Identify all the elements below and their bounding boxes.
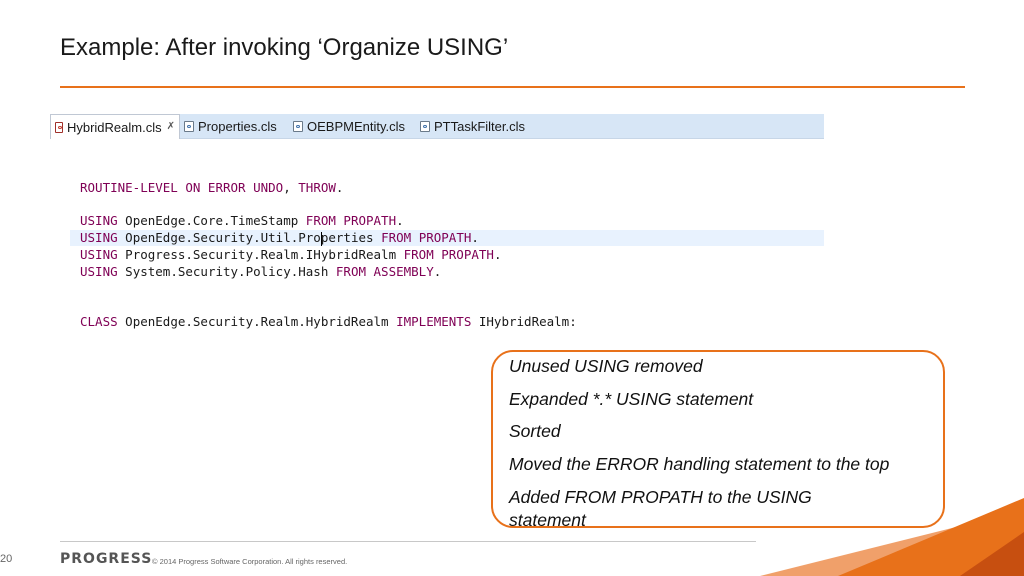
tab-label: Properties.cls: [198, 118, 277, 134]
code-keyword: USING: [80, 230, 118, 245]
tab-oebpmentity[interactable]: OEBPMEntity.cls: [293, 114, 405, 138]
code-text: ,: [283, 180, 299, 195]
slide-title: Example: After invoking ‘Organize USING’: [60, 34, 509, 61]
code-keyword: USING: [80, 247, 118, 262]
code-text: .: [471, 230, 479, 245]
tab-pttaskfilter[interactable]: PTTaskFilter.cls: [420, 114, 525, 138]
code-keyword: FROM PROPATH: [305, 213, 397, 228]
code-keyword: THROW: [298, 180, 336, 195]
code-text: IHybridRealm:: [471, 314, 577, 329]
code-text: System.Security.Policy.Hash: [117, 264, 336, 279]
code-text: .: [396, 213, 404, 228]
tab-label: PTTaskFilter.cls: [434, 118, 526, 134]
callout-item: Expanded *.* USING statement: [509, 389, 754, 409]
code-keyword: CLASS: [80, 314, 118, 329]
corner-shape-dark: [960, 532, 1024, 576]
code-line-5[interactable]: USING System.Security.Policy.Hash FROM A…: [80, 264, 441, 280]
footer-divider: [60, 541, 756, 542]
code-text: OpenEdge.Core.TimeStamp: [117, 213, 306, 228]
callout-item: Sorted: [509, 421, 561, 441]
code-text: .: [433, 264, 442, 279]
code-line-2[interactable]: USING OpenEdge.Core.TimeStamp FROM PROPA…: [80, 213, 404, 229]
page-number: 20: [0, 553, 13, 565]
code-text: .: [335, 180, 344, 195]
class-file-icon: [184, 120, 194, 132]
code-keyword: FROM PROPATH: [381, 230, 472, 245]
code-keyword: FROM PROPATH: [403, 247, 494, 262]
code-text: OpenEdge.Security.Realm.HybridRealm: [117, 314, 397, 329]
class-file-icon: [293, 120, 303, 132]
code-keyword: IMPLEMENTS: [396, 314, 472, 329]
title-divider: [60, 86, 965, 88]
callout-item: Added FROM PROPATH to the USING statemen…: [509, 487, 812, 530]
code-keyword: FROM ASSEMBLY: [335, 264, 434, 279]
changes-callout: Unused USING removed Expanded *.* USING …: [491, 350, 945, 530]
code-keyword: USING: [80, 264, 118, 279]
callout-item: Unused USING removed: [509, 356, 703, 376]
code-editor: HybridRealm.cls ✗ Properties.cls OEBPMEn…: [50, 114, 824, 360]
tab-hybridrealm[interactable]: HybridRealm.cls ✗: [50, 114, 180, 139]
close-icon[interactable]: ✗: [167, 122, 175, 132]
code-text: .: [493, 247, 502, 262]
code-keyword: USING: [80, 213, 118, 228]
class-file-error-icon: [55, 121, 63, 133]
editor-gutter: [50, 139, 70, 360]
code-line-1[interactable]: ROUTINE-LEVEL ON ERROR UNDO, THROW.: [80, 180, 343, 196]
code-keyword: ROUTINE-LEVEL ON ERROR UNDO: [80, 180, 284, 195]
callout-item: Moved the ERROR handling statement to th…: [509, 454, 890, 474]
code-text: OpenEdge.Security.Util.Pro: [117, 230, 321, 245]
tab-label: OEBPMEntity.cls: [307, 118, 406, 134]
tab-properties[interactable]: Properties.cls: [184, 114, 277, 138]
code-line-6[interactable]: CLASS OpenEdge.Security.Realm.HybridReal…: [80, 314, 577, 330]
tab-label: HybridRealm.cls: [66, 119, 162, 135]
copyright-notice: © 2014 Progress Software Corporation. Al…: [152, 557, 348, 566]
class-file-icon: [420, 120, 430, 132]
code-text: perties: [320, 230, 382, 245]
code-line-3[interactable]: USING OpenEdge.Security.Util.Properties …: [80, 230, 479, 246]
code-text: Progress.Security.Realm.IHybridRealm: [117, 247, 404, 262]
progress-logo: PROGRESS: [60, 551, 153, 567]
editor-tab-bar: HybridRealm.cls ✗ Properties.cls OEBPMEn…: [50, 114, 824, 139]
code-line-4[interactable]: USING Progress.Security.Realm.IHybridRea…: [80, 247, 501, 263]
